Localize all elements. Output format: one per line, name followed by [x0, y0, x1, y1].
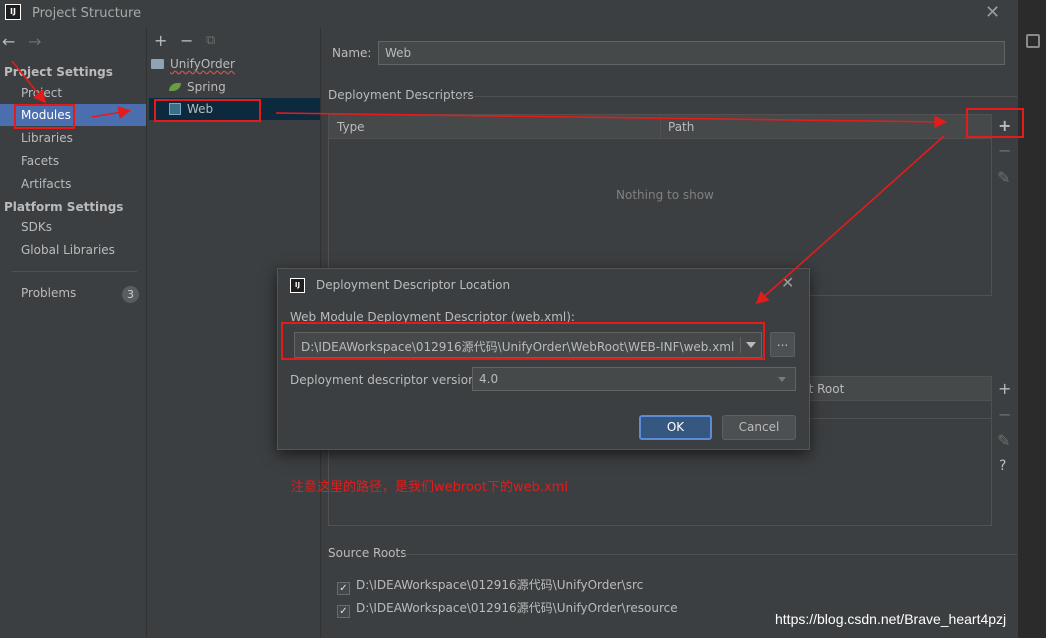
folder-icon — [151, 59, 164, 69]
nav-item-sdks[interactable]: SDKs — [0, 216, 146, 238]
tree-item-unifyorder[interactable]: UnifyOrder — [151, 53, 235, 75]
nav-section-platform-settings: Platform Settings — [4, 200, 124, 214]
title-bar — [0, 0, 1046, 28]
column-header-path[interactable]: Path — [668, 120, 694, 134]
source-roots-title: Source Roots — [328, 546, 407, 560]
checkbox-checked[interactable]: ✓ — [337, 582, 350, 595]
close-icon[interactable]: ✕ — [781, 273, 794, 292]
help-icon[interactable]: ? — [999, 458, 1006, 474]
edit-descriptor-icon[interactable]: ✎ — [997, 168, 1010, 187]
add-resource-icon[interactable]: + — [998, 379, 1011, 398]
section-divider — [403, 554, 1017, 555]
remove-module-icon[interactable]: − — [180, 31, 193, 50]
forward-arrow-icon[interactable]: → — [28, 32, 41, 51]
nav-item-artifacts[interactable]: Artifacts — [0, 173, 146, 195]
app-logo: IJ — [5, 4, 21, 20]
problems-count-badge: 3 — [122, 286, 139, 303]
source-root-item[interactable]: ✓ D:\IDEAWorkspace\012916源代码\UnifyOrder\r… — [337, 598, 678, 618]
checkbox-checked[interactable]: ✓ — [337, 605, 350, 618]
table-header: Type Path — [329, 115, 991, 139]
section-divider — [455, 96, 1017, 97]
cancel-button[interactable]: Cancel — [722, 415, 796, 440]
add-module-icon[interactable]: + — [154, 31, 167, 50]
back-arrow-icon[interactable]: ← — [2, 32, 15, 51]
descriptor-version-value: 4.0 — [479, 372, 499, 386]
annotation-box-modules — [14, 104, 75, 129]
spring-leaf-icon — [169, 83, 181, 91]
app-logo: IJ — [290, 278, 305, 293]
annotation-box-web — [154, 99, 261, 122]
tool-window-icon[interactable] — [1026, 34, 1040, 48]
watermark: https://blog.csdn.net/Brave_heart4pzj — [775, 611, 1007, 627]
close-icon[interactable]: ✕ — [985, 2, 1000, 23]
source-root-item[interactable]: ✓ D:\IDEAWorkspace\012916源代码\UnifyOrder\s… — [337, 575, 643, 595]
remove-descriptor-icon[interactable]: − — [998, 141, 1011, 160]
annotation-box-path — [281, 322, 765, 360]
deployment-descriptors-title: Deployment Descriptors — [328, 88, 474, 102]
window-title: Project Structure — [32, 6, 142, 21]
column-header-type[interactable]: Type — [337, 120, 365, 134]
right-tool-strip — [1018, 0, 1046, 638]
empty-table-text: Nothing to show — [616, 188, 714, 202]
nav-section-project-settings: Project Settings — [4, 65, 113, 79]
remove-resource-icon[interactable]: − — [998, 405, 1011, 424]
chevron-down-icon[interactable] — [776, 372, 790, 386]
nav-item-facets[interactable]: Facets — [0, 150, 146, 172]
nav-divider — [12, 271, 137, 272]
annotation-box-add — [966, 108, 1024, 138]
nav-item-project[interactable]: Project — [0, 82, 146, 104]
copy-module-icon[interactable]: ⧉ — [206, 33, 215, 48]
ok-button[interactable]: OK — [639, 415, 712, 440]
name-label: Name: — [332, 46, 372, 60]
dialog-title: Deployment Descriptor Location — [316, 278, 511, 292]
edit-resource-icon[interactable]: ✎ — [997, 431, 1010, 450]
annotation-note: 注意这里的路径，是我们webroot下的web.xml — [291, 480, 568, 495]
column-separator — [660, 115, 661, 139]
nav-item-libraries[interactable]: Libraries — [0, 127, 146, 149]
descriptor-version-select[interactable]: 4.0 — [472, 367, 796, 391]
nav-item-global-libraries[interactable]: Global Libraries — [0, 239, 146, 261]
browse-button[interactable]: ... — [770, 332, 795, 357]
module-name-input[interactable] — [378, 41, 1005, 65]
tree-item-spring[interactable]: Spring — [169, 76, 226, 98]
descriptor-version-label: Deployment descriptor version — [290, 373, 476, 387]
